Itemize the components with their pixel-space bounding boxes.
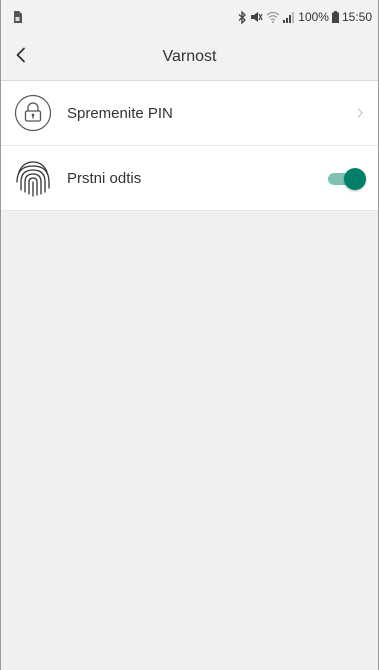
status-bar: 100% 15:50 xyxy=(1,0,378,34)
back-arrow-icon xyxy=(15,47,27,68)
back-button[interactable] xyxy=(15,34,51,80)
fingerprint-label: Prstni odtis xyxy=(67,169,142,187)
app-bar: Varnost xyxy=(1,34,378,81)
settings-list: Spremenite PIN Prstni odtis xyxy=(1,81,378,211)
clock: 15:50 xyxy=(341,10,372,24)
fingerprint-row: Prstni odtis xyxy=(1,146,378,211)
change-pin-label: Spremenite PIN xyxy=(67,104,173,122)
signal-icon xyxy=(283,11,295,23)
sim-icon xyxy=(13,11,22,23)
fingerprint-icon xyxy=(13,158,53,198)
page-title: Varnost xyxy=(162,48,217,65)
wifi-icon xyxy=(266,11,280,23)
change-pin-row[interactable]: Spremenite PIN xyxy=(1,81,378,146)
fingerprint-toggle[interactable] xyxy=(328,168,366,190)
battery-percent: 100% xyxy=(298,10,329,24)
battery-icon xyxy=(331,11,339,23)
lock-icon xyxy=(13,93,53,133)
chevron-right-icon xyxy=(356,107,364,119)
screen: 100% 15:50 Varnost Spremenite PIN Prstni… xyxy=(0,0,379,670)
mute-icon xyxy=(250,11,263,23)
bluetooth-icon xyxy=(238,10,247,24)
toggle-knob xyxy=(344,168,366,190)
